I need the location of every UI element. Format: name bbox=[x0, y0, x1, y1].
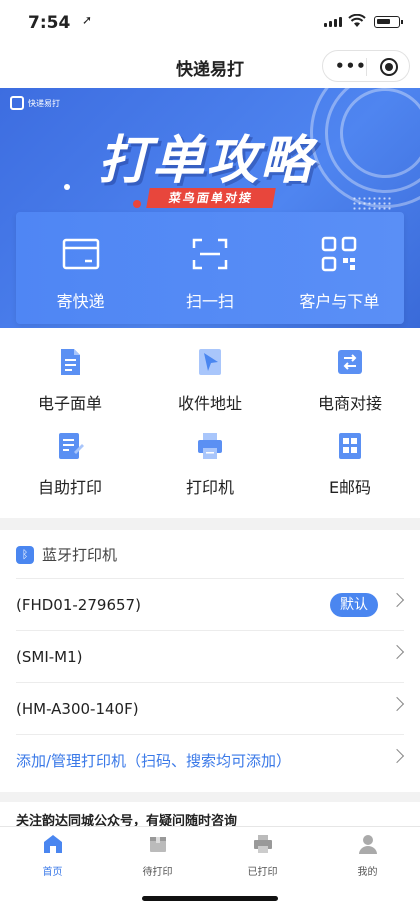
grid-item-label: 电子面单 bbox=[37, 394, 102, 413]
chevron-right-icon bbox=[389, 748, 405, 764]
printer-icon bbox=[253, 835, 272, 853]
scan-icon bbox=[192, 238, 228, 270]
location-arrow-icon bbox=[199, 349, 221, 375]
grid-item-self-print[interactable]: 自助打印 bbox=[0, 430, 140, 498]
grid-item-ecommerce[interactable]: 电商对接 bbox=[280, 346, 420, 414]
edit-document-icon bbox=[59, 433, 84, 459]
banner-decoration bbox=[340, 88, 420, 178]
scan-button[interactable]: 扫一扫 bbox=[145, 212, 274, 324]
grid-item-label: 自助打印 bbox=[37, 478, 102, 497]
printer-name: (HM-A300-140F) bbox=[16, 699, 139, 718]
bluetooth-printer-panel: ᛒ 蓝牙打印机 (FHD01-279657) 默认 (SMI-M1) (HM-A… bbox=[0, 530, 420, 792]
banner-dot bbox=[64, 184, 70, 190]
default-badge: 默认 bbox=[330, 593, 378, 617]
tab-label: 已打印 bbox=[247, 867, 278, 878]
exchange-icon bbox=[338, 350, 362, 374]
grid-item-label: 电商对接 bbox=[317, 394, 382, 413]
tab-home[interactable]: 首页 bbox=[0, 827, 105, 909]
logo-mark-icon bbox=[10, 96, 24, 110]
chevron-right-icon bbox=[389, 696, 405, 712]
manage-printers-label: 添加/管理打印机（扫码、搜索均可添加） bbox=[16, 752, 292, 770]
signal-icon bbox=[324, 17, 342, 27]
more-icon[interactable]: ••• bbox=[335, 57, 367, 75]
banner-headline: 打单攻略 bbox=[98, 131, 315, 191]
home-icon bbox=[43, 835, 62, 853]
action-label: 客户与下单 bbox=[299, 292, 380, 311]
printer-name: (SMI-M1) bbox=[16, 647, 83, 666]
capsule-divider bbox=[366, 58, 367, 76]
grid-item-address[interactable]: 收件地址 bbox=[140, 346, 280, 414]
document-icon bbox=[61, 349, 80, 375]
grid-item-label: 打印机 bbox=[185, 478, 234, 497]
tab-label: 我的 bbox=[357, 867, 378, 878]
printer-panel-header: ᛒ 蓝牙打印机 bbox=[16, 544, 117, 565]
brand-logo-text: 快递易打 bbox=[28, 98, 60, 108]
grid-item-electronic-waybill[interactable]: 电子面单 bbox=[0, 346, 140, 414]
qr-code-icon bbox=[322, 236, 357, 272]
status-bar: 7:54 ➚ bbox=[0, 0, 420, 44]
battery-icon bbox=[374, 16, 403, 28]
tab-label: 首页 bbox=[42, 867, 63, 878]
status-time: 7:54 bbox=[28, 13, 71, 33]
grid-item-label: E邮码 bbox=[328, 478, 372, 497]
feature-grid-panel: 电子面单 收件地址 电商对接 自助打印 打印机 E邮码 bbox=[0, 328, 420, 518]
brand-logo: 快递易打 bbox=[10, 96, 60, 110]
feature-grid: 电子面单 收件地址 电商对接 自助打印 打印机 E邮码 bbox=[0, 346, 420, 498]
send-express-button[interactable]: 寄快递 bbox=[16, 212, 145, 324]
chevron-right-icon bbox=[389, 592, 405, 608]
printer-row[interactable]: (FHD01-279657) 默认 bbox=[16, 578, 405, 630]
home-indicator bbox=[142, 896, 278, 901]
pending-box-icon bbox=[149, 837, 166, 852]
quick-actions: 寄快递 扫一扫 客户与下单 bbox=[16, 212, 404, 324]
mini-program-capsule: ••• bbox=[322, 50, 410, 82]
banner-dot bbox=[133, 200, 141, 208]
action-label: 扫一扫 bbox=[185, 292, 234, 311]
grid-item-label: 收件地址 bbox=[177, 394, 242, 413]
manage-printers-link[interactable]: 添加/管理打印机（扫码、搜索均可添加） bbox=[16, 734, 405, 786]
box-icon bbox=[62, 238, 99, 270]
nav-bar: 快递易打 ••• bbox=[0, 44, 420, 88]
printer-name: (FHD01-279657) bbox=[16, 595, 141, 614]
printer-icon bbox=[198, 433, 222, 459]
action-label: 寄快递 bbox=[56, 292, 105, 311]
wifi-icon bbox=[348, 13, 366, 32]
close-mini-program-icon[interactable] bbox=[380, 58, 398, 76]
location-icon: ➚ bbox=[82, 13, 93, 27]
grid-item-e-postcode[interactable]: E邮码 bbox=[280, 430, 420, 498]
printer-row[interactable]: (SMI-M1) bbox=[16, 630, 405, 682]
user-icon bbox=[358, 835, 377, 854]
customer-order-button[interactable]: 客户与下单 bbox=[275, 212, 404, 324]
tab-mine[interactable]: 我的 bbox=[315, 827, 420, 909]
tab-label: 待打印 bbox=[142, 867, 173, 878]
grid-code-icon bbox=[339, 433, 361, 459]
chevron-right-icon bbox=[389, 644, 405, 660]
bluetooth-icon: ᛒ bbox=[16, 545, 34, 564]
grid-item-printer[interactable]: 打印机 bbox=[140, 430, 280, 498]
follow-notice: 关注韵达同城公众号，有疑问随时咨询 bbox=[0, 802, 420, 829]
banner-ribbon: 菜鸟面单对接 bbox=[146, 188, 276, 208]
printer-row[interactable]: (HM-A300-140F) bbox=[16, 682, 405, 734]
printer-panel-title: 蓝牙打印机 bbox=[42, 546, 118, 564]
